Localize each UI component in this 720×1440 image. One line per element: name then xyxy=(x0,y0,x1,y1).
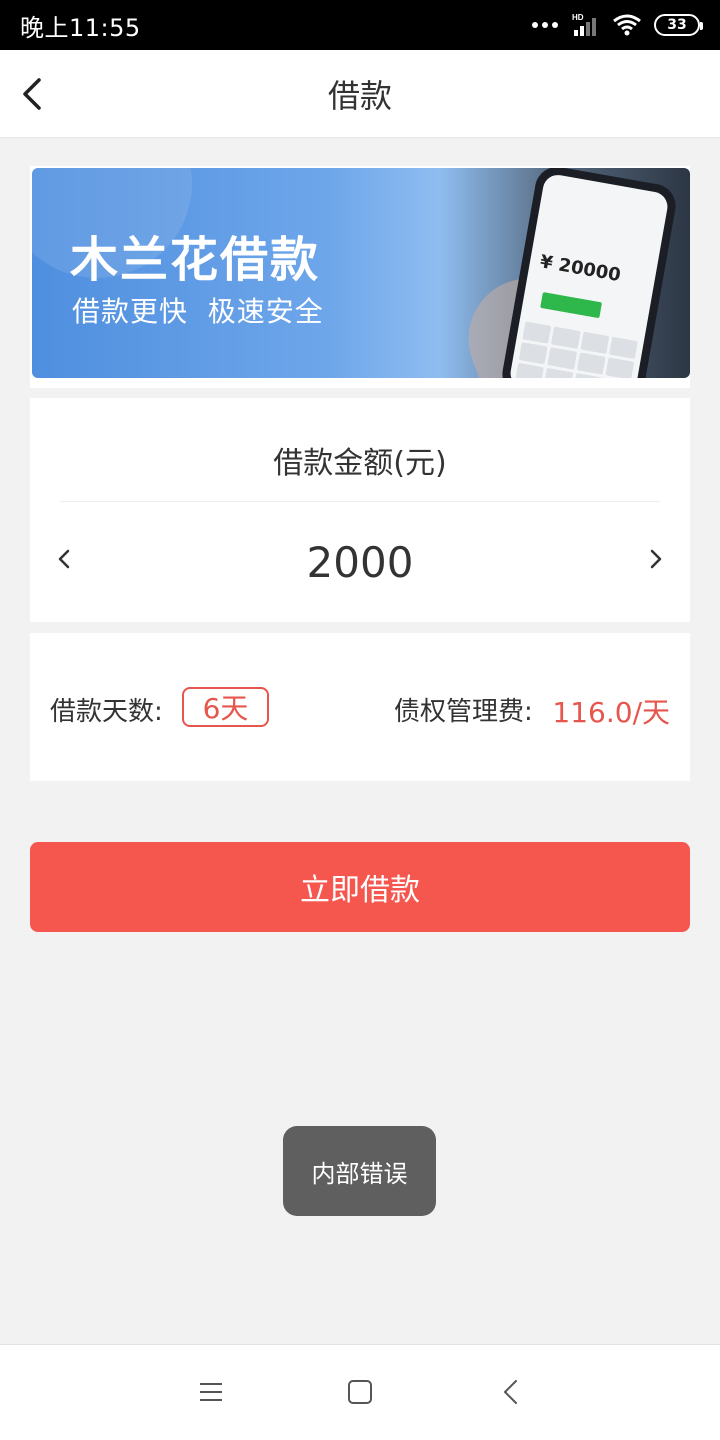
back-icon[interactable] xyxy=(497,1377,527,1407)
loan-days-label: 借款天数: xyxy=(50,697,163,727)
increase-amount-chevron-right-icon[interactable] xyxy=(640,544,670,574)
more-dots-icon xyxy=(532,22,558,28)
home-square-icon[interactable] xyxy=(345,1377,375,1407)
phone-amount-text: ¥ 20000 xyxy=(538,251,623,287)
management-fee-value: 116.0/天 xyxy=(552,696,670,729)
divider xyxy=(60,501,660,502)
phone-keypad-graphic xyxy=(515,321,638,378)
loan-amount-card: 借款金额(元) 2000 xyxy=(30,398,690,622)
wifi-icon xyxy=(613,14,641,36)
phone-button-graphic xyxy=(540,292,603,319)
signal-icon: HD xyxy=(572,13,596,36)
system-nav-bar xyxy=(0,1344,720,1440)
borrow-now-button[interactable]: 立即借款 xyxy=(30,842,690,932)
status-icons: HD 33 xyxy=(532,13,703,37)
menu-icon[interactable] xyxy=(196,1377,226,1407)
status-bar: 晚上11:55 HD 33 xyxy=(0,0,720,50)
back-chevron-icon[interactable] xyxy=(14,74,54,114)
page-title: 借款 xyxy=(327,76,392,115)
loan-amount-value: 2000 xyxy=(306,538,414,587)
banner-container: ¥ 20000 木兰花借款 借款更快 极速安全 xyxy=(30,166,690,388)
banner-phone-graphic: ¥ 20000 xyxy=(498,168,680,378)
management-fee-label: 债权管理费: xyxy=(394,697,533,727)
battery-level: 33 xyxy=(667,17,687,33)
loan-terms-card: 借款天数: 6天 债权管理费: 116.0/天 xyxy=(30,633,690,781)
loan-amount-label: 借款金额(元) xyxy=(273,446,447,481)
loan-days-selector[interactable]: 6天 xyxy=(182,687,269,727)
error-toast: 内部错误 xyxy=(283,1126,436,1216)
battery-icon: 33 xyxy=(654,14,703,36)
network-type-label: HD xyxy=(572,13,584,22)
promo-banner[interactable]: ¥ 20000 木兰花借款 借款更快 极速安全 xyxy=(32,168,690,378)
nav-bar: 借款 xyxy=(0,50,720,138)
banner-subtitle: 借款更快 极速安全 xyxy=(72,295,324,328)
status-time: 晚上11:55 xyxy=(20,13,141,42)
phone-screen: ¥ 20000 xyxy=(508,172,670,378)
banner-title: 木兰花借款 xyxy=(70,232,321,288)
